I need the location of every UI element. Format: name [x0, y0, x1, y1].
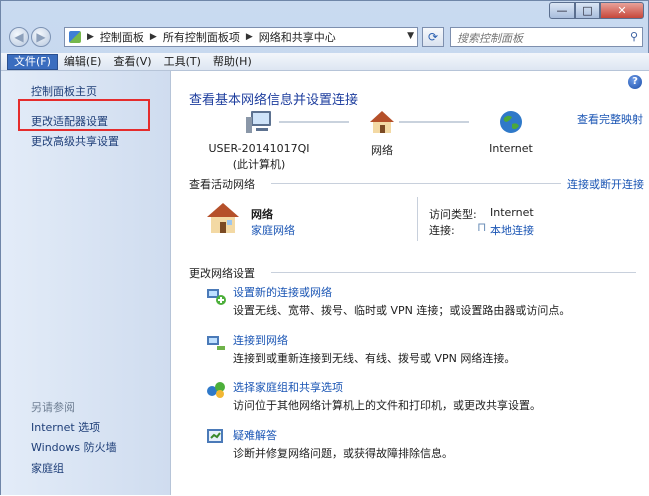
address-dropdown-icon[interactable]: ▼ [407, 31, 414, 41]
see-also-title: 另请参阅 [31, 401, 75, 414]
window: — □ ✕ ◀ ▶ ▶ 控制面板 ▶ 所有控制面板项 ▶ 网络和共享中心 ▼ ⟳… [0, 0, 649, 496]
refresh-button[interactable]: ⟳ [422, 27, 444, 47]
troubleshoot-icon [207, 429, 223, 443]
section-divider [271, 272, 636, 273]
task-troubleshoot[interactable]: 疑难解答 [233, 427, 277, 443]
maximize-button[interactable]: □ [575, 2, 600, 19]
back-button[interactable]: ◀ [9, 27, 29, 47]
homegroup-icon [207, 382, 225, 398]
menu-file[interactable]: 文件(F) [7, 53, 58, 70]
internet-node-label: Internet [489, 142, 533, 155]
close-button[interactable]: ✕ [600, 2, 644, 19]
help-icon[interactable]: ? [628, 75, 642, 89]
forward-button[interactable]: ▶ [31, 27, 51, 47]
active-network-divider [417, 197, 418, 241]
refresh-icon: ⟳ [427, 30, 439, 44]
computer-icon [246, 111, 271, 133]
network-node-label: 网络 [371, 144, 393, 157]
map-connector-line [399, 121, 469, 123]
active-networks-title: 查看活动网络 [189, 178, 255, 191]
menu-edit[interactable]: 编辑(E) [58, 54, 108, 70]
house-icon [370, 111, 394, 133]
annotation-highlight-box [18, 99, 150, 131]
breadcrumb-separator-icon[interactable]: ▶ [246, 32, 253, 42]
breadcrumb-network-center[interactable]: 网络和共享中心 [259, 29, 336, 45]
sidebar-item-internet-options[interactable]: Internet 选项 [31, 419, 100, 435]
task-connect-network[interactable]: 连接到网络 [233, 332, 288, 348]
section-divider [271, 183, 561, 184]
ethernet-icon: ⊓ [477, 220, 487, 234]
menu-tools[interactable]: 工具(T) [158, 54, 207, 70]
search-box: ⚲ [450, 27, 643, 47]
breadcrumb-separator-icon: ▶ [87, 32, 94, 42]
main-content: ? 查看基本网络信息并设置连接 查看完整映射 USER-20141017QI (… [171, 71, 649, 496]
task-troubleshoot-desc: 诊断并修复网络问题，或获得故障排除信息。 [233, 447, 453, 460]
task-homegroup-desc: 访问位于其他网络计算机上的文件和打印机，或更改共享设置。 [233, 399, 541, 412]
active-network-name: 网络 [251, 208, 273, 221]
access-type-label: 访问类型: [429, 208, 477, 221]
task-setup-connection-desc: 设置无线、宽带、拨号、临时或 VPN 连接；或设置路由器或访问点。 [233, 304, 571, 317]
minimize-button[interactable]: — [549, 2, 575, 19]
title-bar: — □ ✕ [1, 1, 649, 23]
address-bar[interactable]: ▶ 控制面板 ▶ 所有控制面板项 ▶ 网络和共享中心 ▼ [64, 27, 418, 47]
connect-network-icon [207, 336, 225, 350]
search-input[interactable] [455, 29, 619, 47]
globe-icon [500, 111, 522, 133]
map-node-internet[interactable]: Internet [481, 109, 541, 155]
map-node-network[interactable]: 网络 [359, 109, 405, 158]
task-setup-connection[interactable]: 设置新的连接或网络 [233, 284, 332, 300]
connect-disconnect-link[interactable]: 连接或断开连接 [567, 176, 644, 192]
sidebar-item-advanced-sharing[interactable]: 更改高级共享设置 [31, 133, 119, 149]
back-arrow-icon: ◀ [14, 30, 24, 44]
breadcrumb-separator-icon[interactable]: ▶ [150, 32, 157, 42]
view-full-map-link[interactable]: 查看完整映射 [577, 111, 643, 127]
home-network-icon [207, 203, 239, 233]
sidebar-item-firewall[interactable]: Windows 防火墙 [31, 439, 117, 455]
sidebar: 控制面板主页 更改适配器设置 更改高级共享设置 另请参阅 Internet 选项… [1, 71, 171, 495]
access-type-value: Internet [490, 206, 534, 219]
sidebar-item-home[interactable]: 控制面板主页 [31, 83, 97, 99]
menu-bar: 文件(F) 编辑(E) 查看(V) 工具(T) 帮助(H) [1, 53, 649, 71]
breadcrumb-control-panel[interactable]: 控制面板 [100, 29, 144, 45]
task-connect-network-desc: 连接到或重新连接到无线、有线、拨号或 VPN 网络连接。 [233, 352, 516, 365]
network-type-link[interactable]: 家庭网络 [251, 222, 295, 238]
address-row: ◀ ▶ ▶ 控制面板 ▶ 所有控制面板项 ▶ 网络和共享中心 ▼ ⟳ ⚲ [1, 23, 649, 51]
forward-arrow-icon: ▶ [36, 30, 46, 44]
breadcrumb-all-items[interactable]: 所有控制面板项 [163, 29, 240, 45]
local-connection-link[interactable]: 本地连接 [490, 222, 534, 238]
map-node-computer: USER-20141017QI (此计算机) [207, 109, 311, 172]
sidebar-item-homegroup[interactable]: 家庭组 [31, 460, 64, 476]
task-homegroup[interactable]: 选择家庭组和共享选项 [233, 379, 343, 395]
connection-label: 连接: [429, 224, 455, 237]
new-connection-icon [207, 289, 226, 305]
search-icon[interactable]: ⚲ [630, 30, 638, 43]
menu-view[interactable]: 查看(V) [107, 54, 157, 70]
page-title: 查看基本网络信息并设置连接 [189, 93, 359, 108]
change-settings-title: 更改网络设置 [189, 267, 255, 280]
computer-subtitle: (此计算机) [232, 158, 286, 171]
control-panel-icon [69, 31, 81, 43]
menu-help[interactable]: 帮助(H) [207, 54, 258, 70]
computer-name: USER-20141017QI [208, 142, 310, 155]
